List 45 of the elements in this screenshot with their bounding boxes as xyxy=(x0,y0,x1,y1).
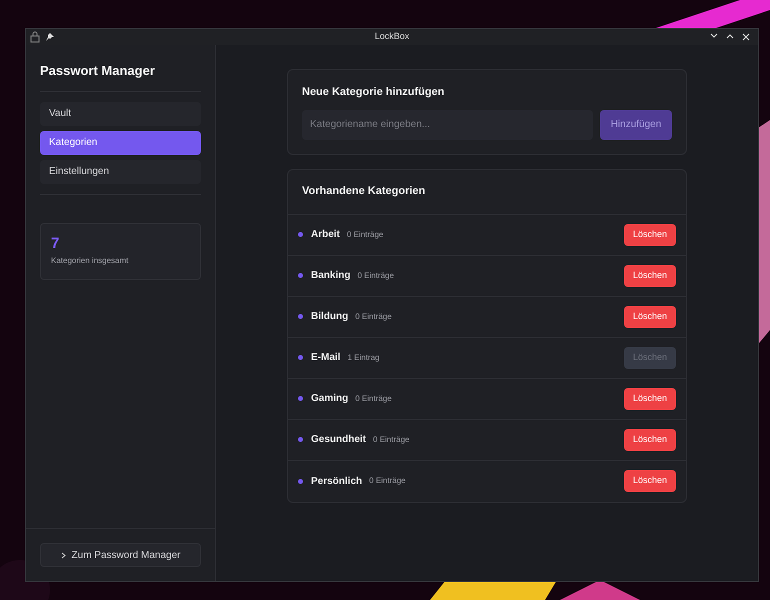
close-icon[interactable] xyxy=(742,33,750,41)
back-button[interactable]: Zum Password Manager xyxy=(40,543,201,567)
category-name: Persönlich xyxy=(311,474,362,488)
bullet-icon xyxy=(298,273,303,278)
category-name-field[interactable]: Kategoriename eingeben... xyxy=(302,110,593,140)
delete-button[interactable]: Löschen xyxy=(624,264,676,286)
delete-button[interactable]: Löschen xyxy=(624,388,676,410)
category-name: Arbeit xyxy=(311,228,340,242)
minimize-icon[interactable] xyxy=(710,33,718,39)
entry-count: 0 Einträge xyxy=(346,228,384,240)
entry-count: 0 Einträge xyxy=(373,434,410,446)
bullet-icon xyxy=(298,396,303,401)
nav-item[interactable]: Einstellungen xyxy=(40,160,201,184)
entry-count: 0 Einträge xyxy=(355,310,392,322)
category-name: Gesundheit xyxy=(311,433,366,447)
entry-count: 1 Eintrag xyxy=(347,352,380,364)
bullet-icon xyxy=(298,232,303,237)
delete-button[interactable]: Löschen xyxy=(624,428,676,450)
stat-label: Kategorien insgesamt xyxy=(51,254,130,266)
bullet-icon xyxy=(298,437,303,442)
delete-button[interactable]: Löschen xyxy=(624,224,676,246)
maximize-icon[interactable] xyxy=(726,33,734,39)
delete-button[interactable]: Löschen xyxy=(624,470,676,492)
category-name: E-Mail xyxy=(311,351,340,365)
category-name: Gaming xyxy=(311,392,348,406)
delete-button[interactable]: Löschen xyxy=(624,306,676,328)
window-title: LockBox xyxy=(374,30,410,44)
entry-count: 0 Einträge xyxy=(355,392,392,404)
category-name: Bildung xyxy=(311,310,348,324)
lock-icon xyxy=(30,31,40,43)
bullet-icon xyxy=(298,478,303,484)
add-button[interactable]: Hinzufügen xyxy=(600,110,672,140)
card-title: Vorhandene Kategorien xyxy=(288,170,686,214)
entry-count: 0 Einträge xyxy=(369,475,406,487)
pin-icon[interactable] xyxy=(46,33,54,41)
card-title: Neue Kategorie hinzufügen xyxy=(302,85,446,100)
bullet-icon xyxy=(298,314,303,319)
stat-value: 7 xyxy=(51,236,60,250)
chevron-right-icon xyxy=(60,552,66,558)
sidebar-title: Passwort Manager xyxy=(40,61,201,92)
category-name: Banking xyxy=(311,269,350,283)
nav-item[interactable]: Kategorien xyxy=(40,130,201,154)
entry-count: 0 Einträge xyxy=(357,270,394,282)
bullet-icon xyxy=(298,355,303,360)
nav-item[interactable]: Vault xyxy=(40,102,201,126)
